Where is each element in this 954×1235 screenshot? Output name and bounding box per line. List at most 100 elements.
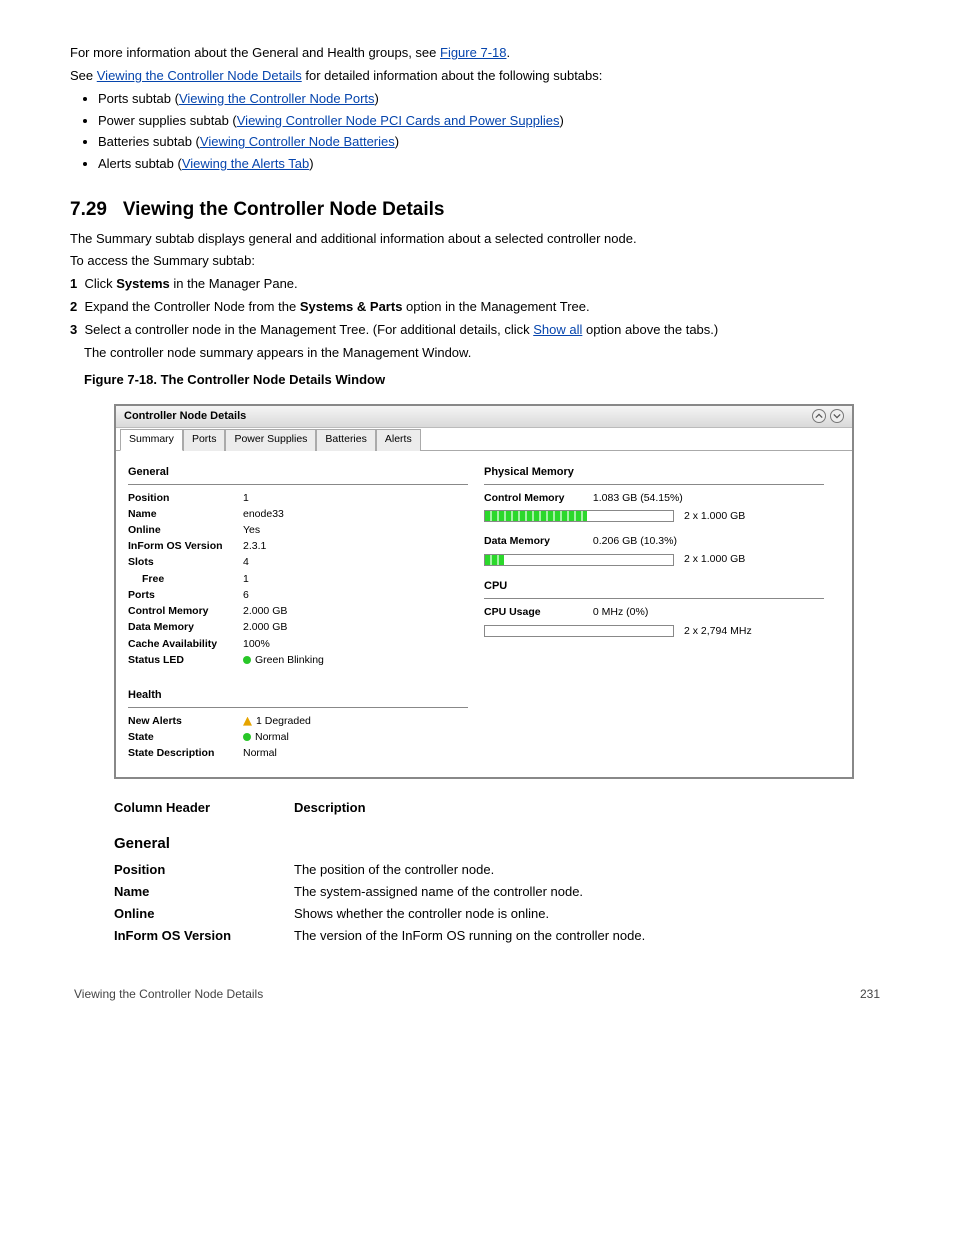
collapse-button[interactable]	[812, 409, 826, 423]
health-key: New Alerts	[128, 714, 243, 729]
general-header: General	[128, 463, 468, 485]
general-row: Control Memory2.000 GB	[128, 604, 468, 619]
general-row: Free1	[128, 572, 468, 587]
general-key: Data Memory	[128, 620, 243, 635]
health-row: New Alerts1 Degraded	[128, 714, 468, 729]
data-memory-caption: 2 x 1.000 GB	[684, 552, 745, 567]
general-row: InForm OS Version2.3.1	[128, 539, 468, 554]
description-value: The position of the controller node.	[294, 861, 854, 880]
health-row: StateNormal	[128, 730, 468, 745]
data-memory-block: Data Memory 0.206 GB (10.3%) 2 x 1.000 G…	[484, 534, 824, 567]
cpu-header: CPU	[484, 577, 824, 599]
general-value: 2.3.1	[243, 539, 468, 554]
general-key: InForm OS Version	[128, 539, 243, 554]
status-led-icon	[243, 656, 251, 664]
show-all-link[interactable]: Show all	[533, 322, 582, 337]
control-memory-bar-fill	[485, 511, 587, 521]
link-ports[interactable]: Viewing the Controller Node Ports	[179, 91, 375, 106]
page-footer: Viewing the Controller Node Details 231	[70, 986, 884, 1003]
link-batteries[interactable]: Viewing Controller Node Batteries	[200, 134, 395, 149]
health-value: Normal	[243, 730, 468, 745]
cpu-caption: 2 x 2,794 MHz	[684, 624, 752, 639]
description-table: PositionThe position of the controller n…	[114, 861, 854, 945]
general-key: Cache Availability	[128, 637, 243, 652]
footer-right: 231	[860, 986, 880, 1003]
bullet-power-supplies: Power supplies subtab (Viewing Controlle…	[98, 112, 884, 131]
status-led-icon	[243, 733, 251, 741]
description-row: OnlineShows whether the controller node …	[114, 905, 854, 924]
controller-node-details-panel: Controller Node Details Summary Ports Po…	[114, 404, 854, 779]
description-value: The version of the InForm OS running on …	[294, 927, 854, 946]
health-value: Normal	[243, 746, 468, 761]
section-num: 7.29	[70, 199, 107, 220]
section-title-text: Viewing the Controller Node Details	[123, 199, 445, 220]
description-value: The system-assigned name of the controll…	[294, 883, 854, 902]
panel-titlebar: Controller Node Details	[116, 406, 852, 429]
intro-link[interactable]: Figure 7-18	[440, 45, 506, 60]
tab-alerts[interactable]: Alerts	[376, 429, 421, 450]
steps-after: The controller node summary appears in t…	[84, 344, 884, 363]
tab-power-supplies[interactable]: Power Supplies	[225, 429, 316, 450]
control-memory-usage: 1.083 GB (54.15%)	[593, 491, 683, 506]
panel-body: General Position1Nameenode33OnlineYesInF…	[116, 451, 852, 777]
section-intro: The Summary subtab displays general and …	[70, 230, 884, 249]
data-memory-bar-fill	[485, 555, 504, 565]
general-row: Status LEDGreen Blinking	[128, 653, 468, 668]
general-subsection: General	[114, 833, 884, 855]
tab-ports[interactable]: Ports	[183, 429, 226, 450]
link-alerts[interactable]: Viewing the Alerts Tab	[182, 156, 309, 171]
step-1: 1 Click Systems in the Manager Pane.	[70, 275, 884, 294]
col-header-label: Column Header	[114, 799, 294, 818]
general-value: 1	[243, 572, 468, 587]
intro-text-before: For more information about the General a…	[70, 45, 440, 60]
general-row: Position1	[128, 491, 468, 506]
control-memory-block: Control Memory 1.083 GB (54.15%) 2 x 1.0…	[484, 491, 824, 524]
cpu-usage-value: 0 MHz (0%)	[593, 605, 648, 620]
general-key: Free	[128, 572, 243, 587]
description-value: Shows whether the controller node is onl…	[294, 905, 854, 924]
control-memory-label: Control Memory	[484, 491, 584, 506]
right-column: Physical Memory Control Memory 1.083 GB …	[484, 459, 840, 763]
warning-icon	[243, 717, 252, 726]
panel-tabs: Summary Ports Power Supplies Batteries A…	[116, 428, 852, 450]
expand-button[interactable]	[830, 409, 844, 423]
subtabs-intro-after: for detailed information about the follo…	[305, 68, 602, 83]
general-value: 2.000 GB	[243, 604, 468, 619]
general-value: 6	[243, 588, 468, 603]
control-memory-caption: 2 x 1.000 GB	[684, 509, 745, 524]
figure-caption: Figure 7-18. The Controller Node Details…	[84, 371, 884, 390]
bullet-batteries: Batteries subtab (Viewing Controller Nod…	[98, 133, 884, 152]
subtabs-intro-link[interactable]: Viewing the Controller Node Details	[97, 68, 302, 83]
general-key: Online	[128, 523, 243, 538]
link-power-supplies[interactable]: Viewing Controller Node PCI Cards and Po…	[237, 113, 560, 128]
access-intro: To access the Summary subtab:	[70, 252, 884, 271]
general-row: Slots4	[128, 555, 468, 570]
section-title: 7.29 Viewing the Controller Node Details	[70, 196, 884, 224]
panel-title: Controller Node Details	[124, 409, 246, 425]
subtabs-intro-prefix: See	[70, 68, 97, 83]
general-value: enode33	[243, 507, 468, 522]
bullet-alerts: Alerts subtab (Viewing the Alerts Tab)	[98, 155, 884, 174]
tab-summary[interactable]: Summary	[120, 429, 183, 450]
general-key: Name	[128, 507, 243, 522]
col-header-desc: Description	[294, 799, 366, 818]
general-row: OnlineYes	[128, 523, 468, 538]
health-row: State DescriptionNormal	[128, 746, 468, 761]
general-row: Cache Availability100%	[128, 637, 468, 652]
description-key: Online	[114, 905, 294, 924]
description-key: InForm OS Version	[114, 927, 294, 946]
description-row: PositionThe position of the controller n…	[114, 861, 854, 880]
tab-batteries[interactable]: Batteries	[316, 429, 375, 450]
data-memory-bar	[484, 554, 674, 566]
general-value: Green Blinking	[243, 653, 468, 668]
health-value: 1 Degraded	[243, 714, 468, 729]
general-key: Ports	[128, 588, 243, 603]
cpu-bar	[484, 625, 674, 637]
general-row: Data Memory2.000 GB	[128, 620, 468, 635]
step-2: 2 Expand the Controller Node from the Sy…	[70, 298, 884, 317]
step-3: 3 Select a controller node in the Manage…	[70, 321, 884, 340]
chevron-up-icon	[815, 412, 823, 420]
health-key: State Description	[128, 746, 243, 761]
description-row: InForm OS VersionThe version of the InFo…	[114, 927, 854, 946]
health-key: State	[128, 730, 243, 745]
